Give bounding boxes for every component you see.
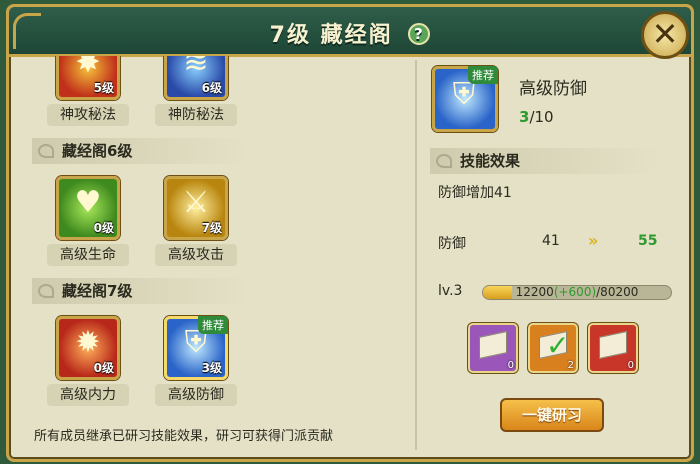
skill-cell-gaojishengming[interactable]: ♥ 0级 高级生命 [40, 176, 136, 266]
recommend-badge: 推荐 [468, 66, 498, 84]
skill-cell-shenfang[interactable]: ≋ 6级 神防秘法 [148, 56, 244, 126]
stat-row: 防御 41 » 55 [438, 231, 668, 253]
exp-bar: 12200(+600)/80200 [482, 285, 672, 300]
page-title: 7级 藏经阁 ? [9, 17, 691, 49]
material-slot-red[interactable]: 0 [588, 323, 638, 373]
skill-level: 5级 [93, 81, 114, 95]
stat-name: 防御 [438, 236, 466, 252]
level-row: lv.3 12200(+600)/80200 [438, 283, 678, 303]
title-name: 藏经阁 [320, 23, 393, 48]
skill-cell-gaojineili[interactable]: ✹ 0级 高级内力 [40, 316, 136, 406]
skill-level: 6级 [201, 81, 222, 95]
detail-skill-icon: ⛨ 推荐 [432, 66, 498, 132]
question-circle-icon[interactable]: ? [408, 23, 431, 45]
section-header-lv6: 藏经阁6级 [32, 138, 250, 164]
stat-to: 55 [638, 233, 658, 249]
skill-name: 高级防御 [155, 384, 237, 406]
warrior-burst-icon: ✹ 0级 [56, 316, 120, 380]
double-chevron-right-icon: » [588, 231, 598, 250]
close-x-icon: ✕ [651, 15, 679, 53]
skill-name: 神攻秘法 [47, 104, 129, 126]
heart-plus-icon: ♥ 0级 [56, 176, 120, 240]
footer-note: 所有成员继承已研习技能效果，研习可获得门派贡献 [34, 429, 334, 444]
effect-header: 技能效果 [430, 148, 660, 174]
swirl-icon [38, 144, 54, 158]
scroll-book-icon [479, 331, 507, 359]
shield-slash-icon: ⛨ 推荐 [432, 66, 498, 132]
oneclick-research-button[interactable]: 一键研习 [500, 398, 604, 432]
skill-name: 高级生命 [47, 244, 129, 266]
material-slot-purple[interactable]: 0 [468, 323, 518, 373]
skill-name: 高级内力 [47, 384, 129, 406]
swirl-icon [436, 154, 452, 168]
scroll-book-icon [599, 331, 627, 359]
recommend-badge: 推荐 [198, 316, 228, 334]
section-header-lv7: 藏经阁7级 [32, 278, 250, 304]
skill-name: 高级攻击 [155, 244, 237, 266]
checkmark-icon: ✓ [546, 329, 570, 362]
sword-burst-icon: ✸ 5级 [56, 56, 120, 100]
close-button[interactable]: ✕ [641, 11, 689, 59]
skill-level: 0级 [93, 361, 114, 375]
skill-level: 7级 [201, 221, 222, 235]
shield-wave-icon: ≋ 6级 [164, 56, 228, 100]
title-level: 7级 [269, 23, 311, 48]
panel-divider [415, 60, 417, 450]
level-label: lv.3 [438, 283, 463, 299]
golden-swords-icon: ⚔ 7级 [164, 176, 228, 240]
skill-list-panel[interactable]: ✸ 5级 神攻秘法 ≋ 6级 神防秘法 藏经阁6级 ♥ 0级 高级生命 ⚔ 7级… [14, 56, 410, 448]
skill-cell-gaojigongji[interactable]: ⚔ 7级 高级攻击 [148, 176, 244, 266]
material-slot-orange[interactable]: ✓ 2 [528, 323, 578, 373]
shield-slash-icon: ⛨ 推荐 3级 [164, 316, 228, 380]
skill-cell-shengong[interactable]: ✸ 5级 神攻秘法 [40, 56, 136, 126]
skill-cell-gaojifangyu[interactable]: ⛨ 推荐 3级 高级防御 [148, 316, 244, 406]
detail-progress: 3/10 [519, 108, 554, 126]
effect-description: 防御增加41 [438, 185, 512, 201]
title-bar: 7级 藏经阁 ? ✕ [9, 7, 691, 59]
skill-name: 神防秘法 [155, 104, 237, 126]
stat-from: 41 [542, 233, 560, 249]
exp-text: 12200(+600)/80200 [515, 285, 639, 299]
skill-level: 3级 [201, 361, 222, 375]
swirl-icon [38, 284, 54, 298]
skill-level: 0级 [93, 221, 114, 235]
detail-skill-name: 高级防御 [519, 79, 587, 99]
